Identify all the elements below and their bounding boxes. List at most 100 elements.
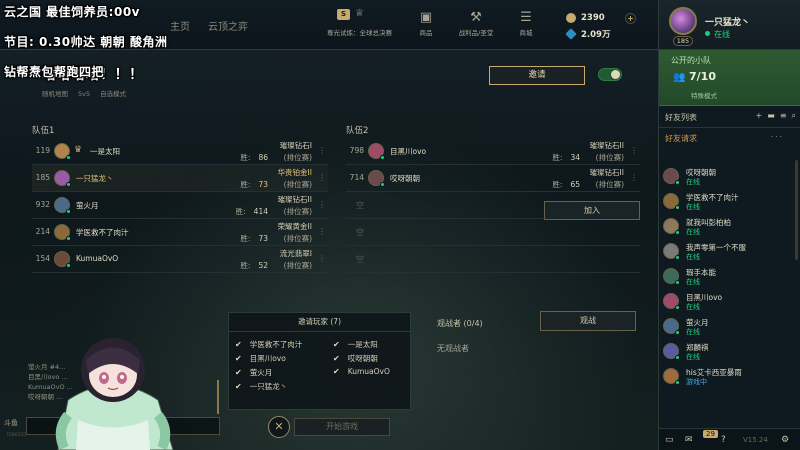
spectate-button[interactable]: 观战 — [540, 311, 636, 331]
lobby-size: 5v5 — [78, 90, 91, 98]
team2-player-row[interactable]: 714 哎呀朝朝 璀璨钻石II 胜: 65 (排位赛) ⋮ — [346, 165, 640, 192]
avatar[interactable] — [669, 7, 697, 35]
empty-slot-label: 空 — [356, 201, 364, 210]
player-rank: 流光翡翠I — [279, 249, 312, 258]
blue-essence-value: 2390 — [581, 13, 605, 23]
online-dot — [66, 182, 71, 187]
online-dot — [675, 330, 680, 335]
invited-player: ✔ 一是太阳 — [333, 340, 378, 349]
player-queue: (排位赛) — [283, 207, 312, 216]
mail-icon[interactable]: ✉ — [685, 435, 693, 445]
friend-status: 在线 — [686, 353, 700, 361]
nav-label: 战利品/圣堂 — [458, 29, 494, 37]
player-wins: 胜: 86 — [240, 153, 268, 162]
friend-status: 在线 — [686, 178, 700, 186]
spectators-title: 观战者 (0/4) — [437, 319, 483, 328]
player-rank: 璀璨钻石II — [589, 141, 624, 150]
online-dot — [675, 355, 680, 360]
player-menu-icon[interactable]: ⋮ — [318, 254, 326, 263]
team1-player-row[interactable]: 932 萤火月 璀璨钻石II 胜: 414 (排位赛) ⋮ — [32, 192, 328, 219]
team1-label: 队伍1 — [32, 126, 55, 136]
open-party-toggle[interactable] — [598, 68, 622, 81]
bug-icon[interactable]: ⚙ — [781, 435, 789, 445]
team2-empty-slot[interactable]: 空 — [346, 246, 640, 273]
add-friend-icon[interactable]: + — [756, 111, 763, 121]
player-rank: 荣耀黄金II — [277, 222, 312, 231]
player-rank: 璀璨钻石I — [279, 141, 312, 150]
start-game-button[interactable]: 开始游戏 — [294, 418, 390, 436]
friend-item[interactable]: his艾卡西亚暴雨 游戏中 — [658, 364, 800, 389]
invited-player: ✔ 目黑川ovo — [235, 354, 286, 363]
folder-icon[interactable]: ▬ — [767, 111, 775, 121]
team1-player-row[interactable]: 214 学医救不了肉汁 荣耀黄金II 胜: 73 (排位赛) ⋮ — [32, 219, 328, 246]
no-spectators-text: 无观战者 — [437, 344, 469, 353]
friend-item[interactable]: 我声零第一个不服 在线 — [658, 239, 800, 264]
player-menu-icon[interactable]: ⋮ — [318, 200, 326, 209]
friend-requests-header[interactable]: 好友请求 · · · — [659, 130, 800, 146]
friend-item[interactable]: 瑕手本能 在线 — [658, 264, 800, 289]
team2-empty-slot[interactable]: 空 — [346, 219, 640, 246]
profile-status[interactable]: 在线 — [705, 29, 730, 40]
empty-slot-label: 空 — [356, 255, 364, 264]
friend-item[interactable]: 萤火月 在线 — [658, 314, 800, 339]
player-level: 214 — [35, 227, 50, 236]
invited-player: ✔ KumuaOvO — [333, 367, 390, 376]
nav-shop-button[interactable]: ▣ 商品 — [408, 10, 444, 37]
streaming-room-id: 7290155 — [6, 433, 27, 438]
mode-chip[interactable]: S ♕ 尊光试炼：全球总决赛 — [327, 8, 392, 40]
team1-player-row[interactable]: 119 ♛ 一是太阳 璀璨钻石I 胜: 86 (排位赛) ⋮ — [32, 138, 328, 165]
player-level: 798 — [349, 146, 364, 155]
player-queue: (排位赛) — [595, 180, 624, 189]
team1-player-row[interactable]: 154 KumuaOvO 流光翡翠I 胜: 52 (排位赛) ⋮ — [32, 246, 328, 273]
player-name: 一只猛龙丶 — [76, 174, 114, 183]
group-icon: 👥 — [673, 72, 686, 83]
chat-scrollbar[interactable] — [217, 380, 219, 414]
friend-item[interactable]: 目黑川ovo 在线 — [658, 289, 800, 314]
friend-item[interactable]: 学医救不了肉汁 在线 — [658, 189, 800, 214]
profile-card[interactable]: 185 一只猛龙丶 在线 — [659, 0, 800, 50]
friend-item[interactable]: 郑麟祺 在线 — [658, 339, 800, 364]
friend-list: 哎呀朝朝 在线 学医救不了肉汁 在线 就我叫彭柏柏 在线 我声零第一个不服 在线 瑕手本能 在线目… — [658, 164, 800, 389]
currency-panel: 2390 + 2.09万 — [565, 10, 636, 42]
player-wins: 胜: 34 — [552, 153, 580, 162]
player-menu-icon[interactable]: ⋮ — [630, 146, 638, 155]
friend-item[interactable]: 就我叫彭柏柏 在线 — [658, 214, 800, 239]
player-queue: (排位赛) — [283, 234, 312, 243]
friend-list-header: 好友列表 + ▬ ≡ ⌕ — [659, 106, 800, 128]
invite-button[interactable]: 邀请 — [489, 66, 585, 85]
lobby-mode: 自选模式 — [100, 90, 127, 98]
join-team-button[interactable]: 加入 — [544, 201, 640, 220]
player-menu-icon[interactable]: ⋮ — [318, 227, 326, 236]
player-name: 学医救不了肉汁 — [76, 228, 129, 237]
tab-home[interactable]: 主页 — [170, 18, 190, 33]
online-dot — [675, 255, 680, 260]
nav-store-button[interactable]: ☰ 商城 — [508, 10, 544, 37]
nav-loot-button[interactable]: ⚒ 战利品/圣堂 — [458, 10, 494, 37]
player-menu-icon[interactable]: ⋮ — [318, 173, 326, 182]
check-icon: ✔ — [235, 340, 242, 349]
stream-overlay-line2: 节目: 0.30帅达 朝朝 酸角洲 — [4, 35, 168, 49]
player-wins: 胜: 414 — [235, 207, 268, 216]
player-level: 185 — [35, 173, 50, 182]
crown-icon: ♛ — [74, 145, 83, 155]
help-icon[interactable]: ? — [721, 435, 726, 445]
search-icon[interactable]: ⌕ — [792, 111, 796, 121]
player-queue: (排位赛) — [283, 153, 312, 162]
player-menu-icon[interactable]: ⋮ — [318, 146, 326, 155]
blue-essence-icon — [566, 13, 576, 23]
player-queue: (排位赛) — [283, 261, 312, 270]
add-currency-button[interactable]: + — [625, 12, 636, 24]
chat-icon[interactable]: ▭ — [665, 435, 674, 445]
team1-player-row[interactable]: 185 一只猛龙丶 华贵铂金II 胜: 73 (排位赛) ⋮ — [32, 165, 328, 192]
player-wins: 胜: 73 — [240, 234, 268, 243]
sort-icon[interactable]: ≡ — [780, 111, 787, 121]
player-level: 932 — [35, 200, 50, 209]
tab-tft[interactable]: 云顶之弈 — [208, 18, 248, 33]
party-card[interactable]: 公开的小队 👥 7/10 特殊模式 — [659, 50, 800, 106]
team2-player-row[interactable]: 798 目黑川ovo 璀璨钻石II 胜: 34 (排位赛) ⋮ — [346, 138, 640, 165]
online-dot — [380, 155, 385, 160]
close-lobby-button[interactable]: ✕ — [268, 416, 290, 438]
friend-status: 在线 — [686, 253, 700, 261]
player-menu-icon[interactable]: ⋮ — [630, 173, 638, 182]
friend-item[interactable]: 哎呀朝朝 在线 — [658, 164, 800, 189]
